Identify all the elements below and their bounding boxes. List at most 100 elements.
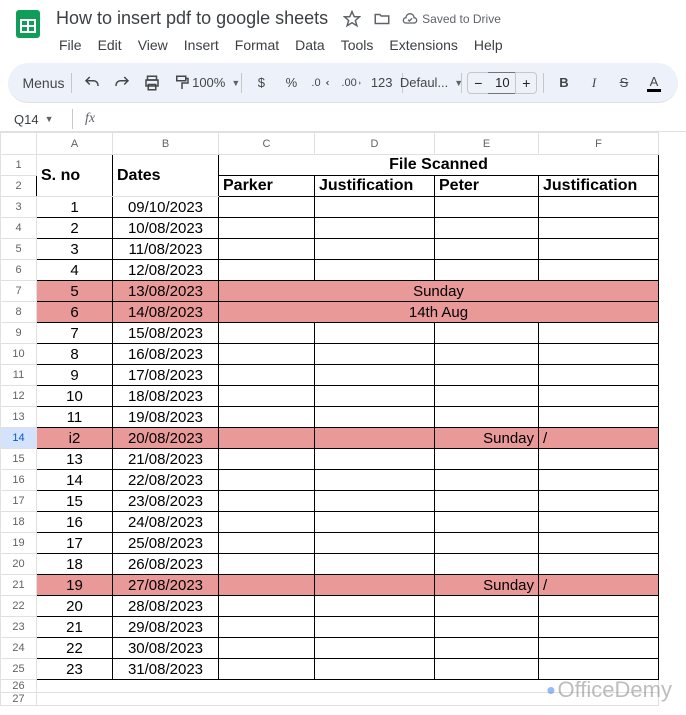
- row-header-27[interactable]: 27: [1, 693, 37, 706]
- row-header-20[interactable]: 20: [1, 554, 37, 575]
- zoom-select[interactable]: 100%▼: [198, 69, 235, 97]
- cell-just1-header[interactable]: Justification: [315, 176, 435, 197]
- cell-E[interactable]: [435, 365, 539, 386]
- menu-view[interactable]: View: [131, 33, 175, 57]
- cell-D[interactable]: [315, 386, 435, 407]
- cell-sno[interactable]: 18: [37, 554, 113, 575]
- col-header-D[interactable]: D: [315, 133, 435, 155]
- cell-sno[interactable]: 15: [37, 491, 113, 512]
- cell-sno-header[interactable]: S. no: [37, 155, 113, 197]
- col-header-A[interactable]: A: [37, 133, 113, 155]
- row-header-16[interactable]: 16: [1, 470, 37, 491]
- cell-date[interactable]: 12/08/2023: [113, 260, 219, 281]
- row-header-9[interactable]: 9: [1, 323, 37, 344]
- cell-filescanned-header[interactable]: File Scanned: [219, 155, 659, 176]
- cell-D[interactable]: [315, 617, 435, 638]
- cell-date[interactable]: 11/08/2023: [113, 239, 219, 260]
- cell-sno[interactable]: 1: [37, 197, 113, 218]
- cell-sno[interactable]: 9: [37, 365, 113, 386]
- cell-E[interactable]: [435, 554, 539, 575]
- sheets-logo-icon[interactable]: [12, 8, 44, 40]
- cell-date[interactable]: 24/08/2023: [113, 512, 219, 533]
- row-header-22[interactable]: 22: [1, 596, 37, 617]
- cell-F[interactable]: [539, 365, 659, 386]
- increase-decimal-button[interactable]: .00: [337, 69, 365, 97]
- cell-sno[interactable]: 17: [37, 533, 113, 554]
- cell-sno[interactable]: 20: [37, 596, 113, 617]
- cell-E[interactable]: [435, 239, 539, 260]
- cell-E[interactable]: [435, 533, 539, 554]
- cell-E[interactable]: [435, 491, 539, 512]
- cell-F[interactable]: [539, 449, 659, 470]
- cell-C[interactable]: [219, 344, 315, 365]
- cell-just2-header[interactable]: Justification: [539, 176, 659, 197]
- row-header-24[interactable]: 24: [1, 638, 37, 659]
- cell-D[interactable]: [315, 596, 435, 617]
- cell-D[interactable]: [315, 449, 435, 470]
- bold-button[interactable]: B: [550, 69, 578, 97]
- cell-sno[interactable]: 10: [37, 386, 113, 407]
- cell-E[interactable]: [435, 407, 539, 428]
- cell-date[interactable]: 10/08/2023: [113, 218, 219, 239]
- cell-sno[interactable]: i2: [37, 428, 113, 449]
- cell-E[interactable]: [435, 638, 539, 659]
- menu-edit[interactable]: Edit: [91, 33, 129, 57]
- cell-C[interactable]: [219, 638, 315, 659]
- doc-title[interactable]: How to insert pdf to google sheets: [52, 6, 332, 31]
- cell-sno[interactable]: 22: [37, 638, 113, 659]
- row-header-8[interactable]: 8: [1, 302, 37, 323]
- cell-D[interactable]: [315, 554, 435, 575]
- cell-D[interactable]: [315, 239, 435, 260]
- cell-D[interactable]: [315, 428, 435, 449]
- cell-D[interactable]: [315, 407, 435, 428]
- cell-F[interactable]: [539, 344, 659, 365]
- row-header-1[interactable]: 1: [1, 155, 37, 176]
- cell-date[interactable]: 23/08/2023: [113, 491, 219, 512]
- cell-E[interactable]: Sunday: [435, 575, 539, 596]
- cell-merged[interactable]: 14th Aug: [219, 302, 659, 323]
- cell-E[interactable]: [435, 197, 539, 218]
- cell-E[interactable]: [435, 386, 539, 407]
- cell-C[interactable]: [219, 533, 315, 554]
- cell-C[interactable]: [219, 596, 315, 617]
- cell-C[interactable]: [219, 407, 315, 428]
- row-header-17[interactable]: 17: [1, 491, 37, 512]
- font-select[interactable]: Defaul...▼: [408, 69, 455, 97]
- row-header-23[interactable]: 23: [1, 617, 37, 638]
- grid-area[interactable]: A B C D E F 1 S. no Dates File Scanned 2…: [0, 132, 686, 706]
- cell-date[interactable]: 26/08/2023: [113, 554, 219, 575]
- row-header-3[interactable]: 3: [1, 197, 37, 218]
- cell-F[interactable]: [539, 554, 659, 575]
- text-color-button[interactable]: A: [640, 69, 668, 97]
- cell-D[interactable]: [315, 260, 435, 281]
- menu-data[interactable]: Data: [288, 33, 332, 57]
- cell-D[interactable]: [315, 470, 435, 491]
- row-header-10[interactable]: 10: [1, 344, 37, 365]
- cell-F[interactable]: [539, 323, 659, 344]
- cell-C[interactable]: [219, 491, 315, 512]
- number-format-button[interactable]: 123: [368, 69, 396, 97]
- cell-sno[interactable]: 3: [37, 239, 113, 260]
- cell-D[interactable]: [315, 575, 435, 596]
- menu-extensions[interactable]: Extensions: [382, 33, 464, 57]
- cell-F[interactable]: [539, 218, 659, 239]
- cell-C[interactable]: [219, 617, 315, 638]
- cell-sno[interactable]: 19: [37, 575, 113, 596]
- row-header-4[interactable]: 4: [1, 218, 37, 239]
- cell-date[interactable]: 17/08/2023: [113, 365, 219, 386]
- cell-C[interactable]: [219, 470, 315, 491]
- cell-date[interactable]: 25/08/2023: [113, 533, 219, 554]
- col-header-B[interactable]: B: [113, 133, 219, 155]
- cell-sno[interactable]: 7: [37, 323, 113, 344]
- decrease-decimal-button[interactable]: .0: [307, 69, 335, 97]
- cell-parker-header[interactable]: Parker: [219, 176, 315, 197]
- row-header-5[interactable]: 5: [1, 239, 37, 260]
- cell-C[interactable]: [219, 449, 315, 470]
- cell-date[interactable]: 27/08/2023: [113, 575, 219, 596]
- row-header-19[interactable]: 19: [1, 533, 37, 554]
- cell-E[interactable]: [435, 344, 539, 365]
- cell-C[interactable]: [219, 575, 315, 596]
- row-header-14[interactable]: 14: [1, 428, 37, 449]
- search-menus-button[interactable]: Menus: [18, 69, 65, 97]
- cell-D[interactable]: [315, 638, 435, 659]
